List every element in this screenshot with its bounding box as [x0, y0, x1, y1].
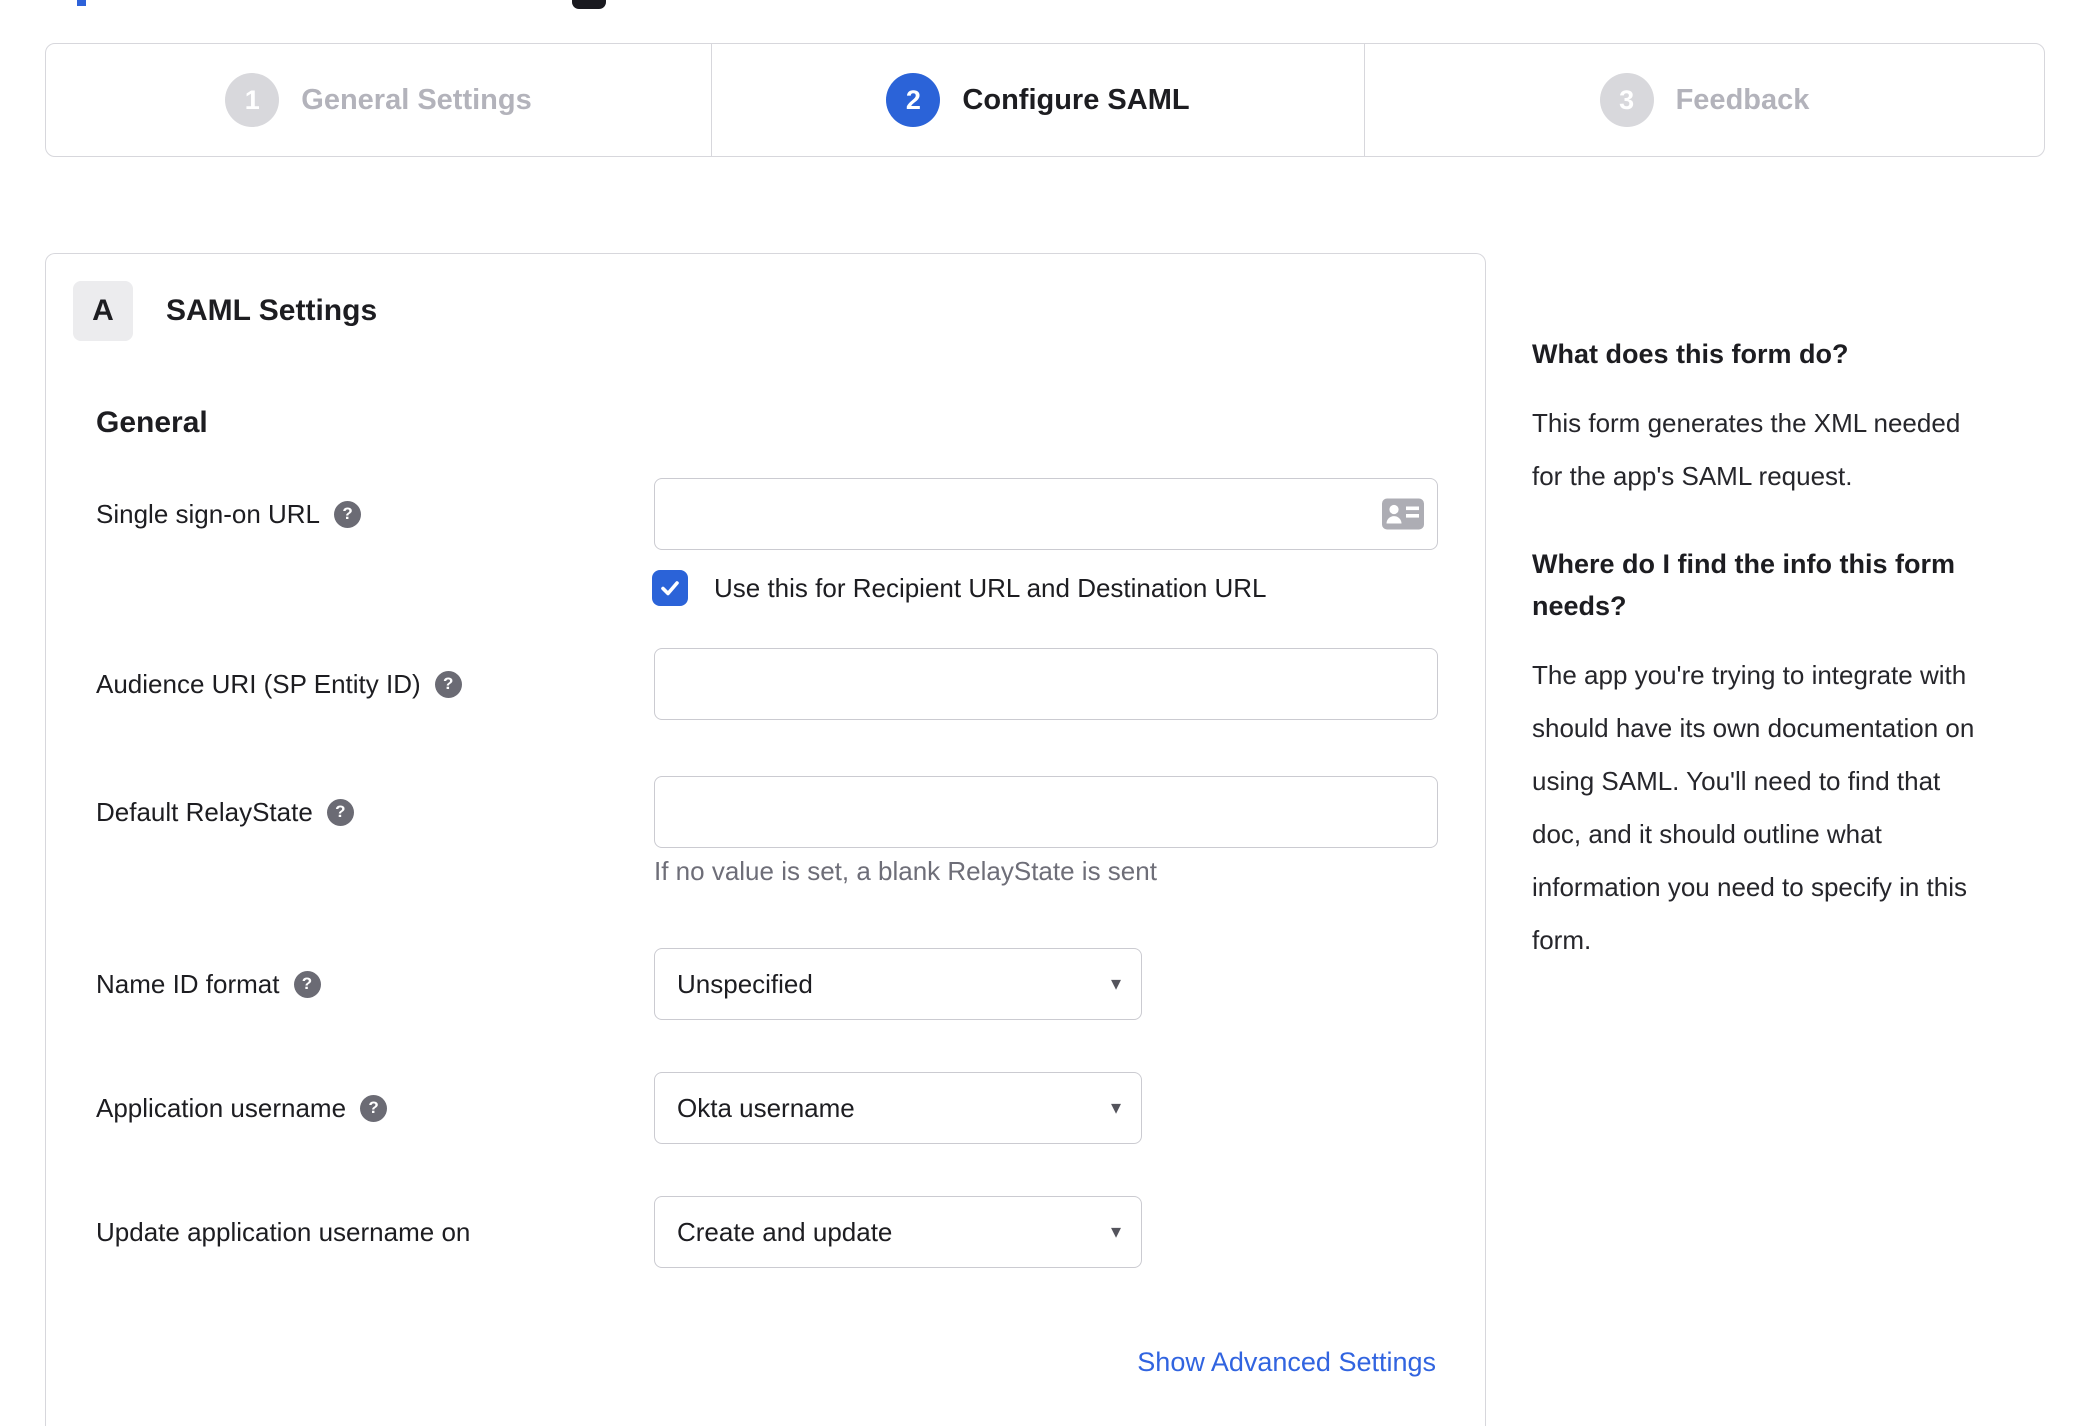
application-username-label: Application username: [96, 1092, 347, 1123]
sso-url-label: Single sign-on URL: [96, 498, 321, 529]
help-question-2: Where do I find the info this form needs…: [1532, 549, 1955, 621]
relay-state-help-icon[interactable]: ?: [326, 798, 354, 826]
wizard-stepper: 1 General Settings 2 Configure SAML 3 Fe…: [45, 43, 2045, 157]
relay-state-label: Default RelayState: [96, 796, 313, 827]
step-1-general-settings[interactable]: 1 General Settings: [46, 44, 711, 156]
application-username-label-group: Application username ?: [96, 1093, 654, 1124]
name-id-format-label-group: Name ID format ?: [96, 969, 654, 1000]
audience-uri-input[interactable]: [654, 648, 1438, 720]
audience-uri-input-wrap: [654, 648, 1438, 720]
form-row-update-username-on: Update application username on Create an…: [96, 1196, 1142, 1268]
help-answer-1: This form generates the XML needed for t…: [1532, 408, 1961, 491]
chevron-down-icon: ▾: [1110, 973, 1121, 995]
audience-uri-label: Audience URI (SP Entity ID): [96, 668, 421, 699]
name-id-format-value: Unspecified: [677, 968, 813, 999]
relay-state-input-wrap: [654, 776, 1438, 848]
chevron-down-icon: ▾: [1110, 1097, 1121, 1119]
recipient-destination-checkbox[interactable]: [652, 570, 688, 606]
step-1-label: General Settings: [301, 83, 532, 116]
relay-state-input[interactable]: [654, 776, 1438, 848]
top-edge-blue-fragment: [77, 0, 86, 6]
audience-uri-help-icon[interactable]: ?: [434, 670, 462, 698]
step-3-label: Feedback: [1675, 83, 1810, 116]
saml-settings-panel: A SAML Settings General Single sign-on U…: [45, 253, 1486, 1426]
sso-url-label-group: Single sign-on URL ?: [96, 499, 654, 530]
check-icon: [661, 581, 679, 596]
sso-url-help-icon[interactable]: ?: [334, 500, 362, 528]
audience-uri-label-group: Audience URI (SP Entity ID) ?: [96, 669, 654, 700]
form-row-relay-state: Default RelayState ?: [96, 776, 1438, 848]
form-row-sso-url: Single sign-on URL ?: [96, 478, 1438, 550]
top-edge-dark-fragment: [572, 0, 606, 9]
general-group-title: General: [96, 406, 208, 439]
step-3-feedback[interactable]: 3 Feedback: [1364, 44, 2044, 156]
relay-state-label-group: Default RelayState ?: [96, 797, 654, 828]
update-username-label-group: Update application username on: [96, 1217, 654, 1248]
recipient-destination-checkbox-label: Use this for Recipient URL and Destinati…: [714, 572, 1267, 603]
sso-checkbox-row: Use this for Recipient URL and Destinati…: [652, 570, 1267, 606]
form-row-application-username: Application username ? Okta username ▾: [96, 1072, 1142, 1144]
step-2-number-badge: 2: [886, 73, 941, 127]
name-id-format-help-icon[interactable]: ?: [293, 970, 321, 998]
name-id-format-select[interactable]: Unspecified ▾: [654, 948, 1142, 1020]
help-answer-2: The app you're trying to integrate with …: [1532, 660, 1975, 955]
help-sidebar: What does this form do? This form genera…: [1532, 333, 2092, 967]
step-2-configure-saml[interactable]: 2 Configure SAML: [711, 44, 1364, 156]
form-row-name-id-format: Name ID format ? Unspecified ▾: [96, 948, 1142, 1020]
section-title: SAML Settings: [166, 294, 378, 327]
application-username-select[interactable]: Okta username ▾: [654, 1072, 1142, 1144]
application-username-help-icon[interactable]: ?: [360, 1094, 388, 1122]
name-id-format-label: Name ID format: [96, 968, 280, 999]
chevron-down-icon: ▾: [1110, 1221, 1121, 1243]
show-advanced-settings-link[interactable]: Show Advanced Settings: [1137, 1347, 1436, 1378]
update-username-label: Update application username on: [96, 1216, 471, 1247]
sso-url-input[interactable]: [654, 478, 1438, 550]
update-username-select[interactable]: Create and update ▾: [654, 1196, 1142, 1268]
step-1-number-badge: 1: [225, 73, 280, 127]
update-username-value: Create and update: [677, 1216, 893, 1247]
contact-card-icon: [1382, 498, 1424, 530]
step-2-label: Configure SAML: [962, 83, 1190, 116]
application-username-value: Okta username: [677, 1092, 855, 1123]
sso-url-input-wrap: [654, 478, 1438, 550]
step-3-number-badge: 3: [1599, 73, 1654, 127]
section-a-badge: A: [73, 281, 133, 341]
relay-state-helper-text: If no value is set, a blank RelayState i…: [654, 856, 1157, 886]
form-row-audience-uri: Audience URI (SP Entity ID) ?: [96, 648, 1438, 720]
help-question-1: What does this form do?: [1532, 339, 1849, 369]
